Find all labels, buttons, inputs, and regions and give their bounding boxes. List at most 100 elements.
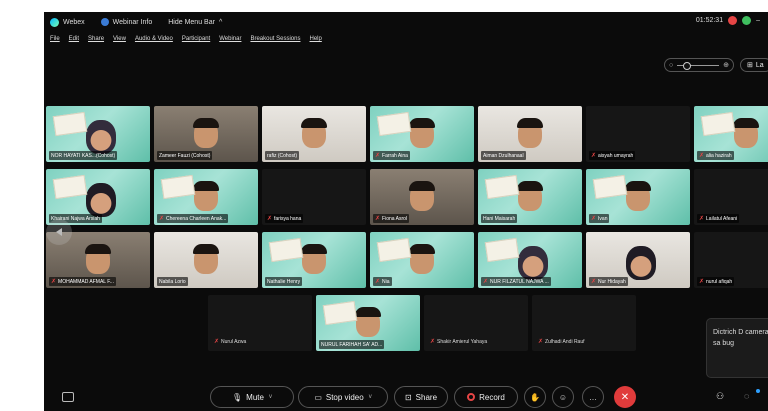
webinar-info-button[interactable]: Webinar Info — [100, 18, 152, 26]
participant-name-label: ✗ farisya hana — [265, 214, 304, 223]
participant-name: Hani Maisarah — [483, 215, 516, 222]
participant-hair — [193, 118, 219, 128]
participant-tile[interactable]: ✗ Farrah Aina — [370, 106, 474, 162]
app-name: Webex — [63, 18, 85, 26]
record-button[interactable]: Record — [454, 386, 518, 408]
participant-name: Shakir Amierul Yahaya — [437, 338, 488, 345]
webex-app-menu[interactable]: Webex — [50, 17, 85, 27]
participant-name-label: Nathalie Henry — [265, 277, 303, 286]
minimize-icon[interactable]: – — [756, 17, 760, 24]
participant-tile[interactable]: ✗ Ivan — [586, 169, 690, 225]
participant-tile[interactable]: ✗ Fiona Asrol — [370, 169, 474, 225]
participant-video — [86, 120, 116, 154]
mute-button[interactable]: 🎙 Mute v — [210, 386, 294, 408]
participants-icon[interactable]: ⚇ — [716, 391, 724, 402]
participant-tile[interactable]: ✗ Lailatul Afeani — [694, 169, 768, 225]
participant-tile[interactable]: ✗ nurul afiqah — [694, 232, 768, 288]
participant-hair — [409, 118, 435, 128]
participant-name-label: Nabila Lorio — [157, 277, 188, 286]
participant-name-label: NOR HAYATI KAS...(Cohost) — [49, 151, 118, 160]
participant-tile[interactable]: ✗ Chereena Charleen Anak... — [154, 169, 258, 225]
zoom-in-icon[interactable]: ⊕ — [723, 61, 729, 69]
menu-audio-video[interactable]: Audio & Video — [135, 36, 173, 48]
participant-name-label: ✗ NUR FILZATUL NAJWA ... — [481, 277, 551, 286]
participant-tile[interactable]: ✗ farisya hana — [262, 169, 366, 225]
meeting-timer: 01:52:31 — [695, 17, 724, 24]
participant-tile[interactable]: ✗ aisyah umayrah — [586, 106, 690, 162]
participant-name: aisyah umayrah — [598, 152, 634, 159]
menu-bar: File Edit Share View Audio & Video Parti… — [44, 36, 325, 48]
close-icon: ✕ — [620, 391, 630, 403]
grid-icon: ⊞ — [747, 62, 753, 69]
layout-label: La — [755, 61, 764, 69]
participant-tile[interactable]: ✗ Nur Hidayah — [586, 232, 690, 288]
previous-page-arrow-icon[interactable] — [46, 219, 72, 245]
menu-edit[interactable]: Edit — [69, 36, 79, 48]
participant-name-label: ✗ Farrah Aina — [373, 151, 410, 160]
participant-name: Zulhadi Andi Rauf — [545, 338, 585, 345]
participant-name-label: ✗ Chereena Charleen Anak... — [157, 214, 229, 223]
participant-tile[interactable]: Hani Maisarah — [478, 169, 582, 225]
participant-name-label: ✗ MOHAMMAD AFMAL F... — [49, 277, 116, 286]
participant-name-label: ✗ aisyah umayrah — [589, 151, 636, 160]
share-icon: ⊡ — [404, 392, 412, 402]
participant-tile[interactable]: rafiz (Cohost) — [262, 106, 366, 162]
participant-tile[interactable]: Nathalie Henry — [262, 232, 366, 288]
menu-help[interactable]: Help — [309, 36, 321, 48]
menu-participant[interactable]: Participant — [182, 36, 210, 48]
participant-name-label: Aiman Dzulhanaal — [481, 151, 526, 160]
participant-tile[interactable]: ✗ Shakir Amierul Yahaya — [424, 295, 528, 351]
raise-hand-button[interactable]: ✋ — [524, 386, 546, 408]
participant-tile[interactable]: ✗ alia hazirah — [694, 106, 768, 162]
participant-name-label: Zameer Fauzi (Cohost) — [157, 151, 213, 160]
layout-button[interactable]: ⊞ La — [740, 58, 768, 72]
zoom-slider[interactable]: ○ ⊕ — [664, 58, 734, 72]
chevron-up-icon: ^ — [218, 18, 223, 26]
participant-tile[interactable]: Khairani Najwa Arsiah — [46, 169, 150, 225]
participant-tile[interactable]: ✗ NUR FILZATUL NAJWA ... — [478, 232, 582, 288]
participant-hair — [517, 118, 543, 128]
chat-bubble-icon[interactable]: ◌ — [744, 391, 749, 401]
participant-name: Nur Hidayah — [598, 278, 626, 285]
muted-microphone-icon: ✗ — [699, 279, 705, 285]
menu-webinar[interactable]: Webinar — [219, 36, 241, 48]
participant-tile[interactable]: Aiman Dzulhanaal — [478, 106, 582, 162]
zoom-out-icon[interactable]: ○ — [669, 62, 673, 69]
menu-view[interactable]: View — [113, 36, 126, 48]
muted-microphone-icon: ✗ — [267, 216, 273, 222]
chevron-down-icon[interactable]: v — [369, 394, 372, 400]
muted-microphone-icon: ✗ — [375, 279, 381, 285]
connection-status-icon — [742, 16, 752, 25]
participant-tile[interactable]: NOR HAYATI KAS...(Cohost) — [46, 106, 150, 162]
more-options-button[interactable]: … — [582, 386, 604, 408]
participant-tile[interactable]: NURUL FARIHAH SA' AD... — [316, 295, 420, 351]
menu-file[interactable]: File — [50, 36, 60, 48]
participant-tile[interactable]: ✗ Zulhadi Andi Rauf — [532, 295, 636, 351]
participant-tile[interactable]: Zameer Fauzi (Cohost) — [154, 106, 258, 162]
chat-icon[interactable] — [62, 392, 74, 402]
participant-name-label: ✗ Nurul Azwa — [214, 338, 246, 346]
more-icon: … — [589, 392, 597, 402]
menu-breakout-sessions[interactable]: Breakout Sessions — [250, 36, 300, 48]
stop-video-button[interactable]: ▭ Stop video v — [298, 386, 388, 408]
participant-tile[interactable]: ✗ Nurul Azwa — [208, 295, 312, 351]
participant-hair — [301, 118, 327, 128]
chevron-down-icon[interactable]: v — [269, 394, 272, 400]
participant-name: MOHAMMAD AFMAL F... — [58, 278, 114, 285]
zoom-knob[interactable] — [683, 61, 692, 70]
share-button[interactable]: ⊡ Share — [394, 386, 448, 408]
hide-menu-bar-button[interactable]: Hide Menu Bar ^ — [168, 19, 222, 26]
participant-tile[interactable]: Nabila Lorio — [154, 232, 258, 288]
participant-name: Nathalie Henry — [267, 278, 301, 285]
participant-hair — [625, 181, 651, 191]
participant-name: NURUL FARIHAH SA' AD... — [321, 341, 383, 348]
participant-tile[interactable]: ✗ Nia — [370, 232, 474, 288]
participant-name: alia hazirah — [706, 152, 732, 159]
zoom-track[interactable] — [677, 61, 720, 70]
menu-share[interactable]: Share — [88, 36, 104, 48]
participant-name: Aiman Dzulhanaal — [483, 152, 524, 159]
participant-name-label: ✗ nurul afiqah — [697, 277, 735, 286]
muted-microphone-icon: ✗ — [699, 216, 705, 222]
end-call-button[interactable]: ✕ — [614, 386, 636, 408]
reactions-button[interactable]: ☺ — [552, 386, 574, 408]
